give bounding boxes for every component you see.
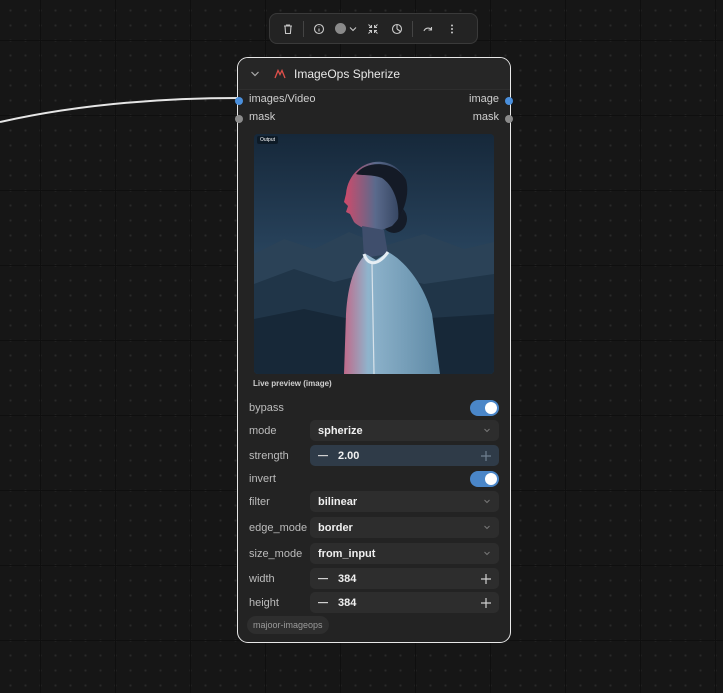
size-mode-value: from_input <box>318 547 376 560</box>
edge-mode-value: border <box>318 521 353 534</box>
width-label: width <box>249 572 275 585</box>
output-slot-image-label: image <box>469 93 499 105</box>
delete-icon[interactable] <box>276 17 300 41</box>
info-icon[interactable] <box>307 17 331 41</box>
chevron-down-icon <box>484 499 490 504</box>
strength-value: 2.00 <box>338 449 360 462</box>
invert-toggle[interactable] <box>470 470 499 487</box>
chevron-down-icon <box>484 551 490 556</box>
widget-bypass: bypass <box>249 397 499 418</box>
chevron-down-icon <box>484 428 490 433</box>
output-slot-image-dot[interactable] <box>505 97 513 105</box>
node-header[interactable]: ImageOps Spherize <box>238 58 510 90</box>
chevron-down-icon <box>349 26 357 31</box>
widget-mode: mode spherize <box>249 420 499 441</box>
strength-label: strength <box>249 449 289 462</box>
bypass-toggle[interactable] <box>470 399 499 416</box>
width-stepper[interactable]: 384 <box>310 568 499 589</box>
more-icon[interactable] <box>440 17 464 41</box>
decrement-button[interactable] <box>312 568 334 589</box>
imageops-spherize-node[interactable]: ImageOps Spherize images/Video image mas… <box>235 57 513 643</box>
widget-width: width 384 <box>249 568 499 589</box>
fit-icon[interactable] <box>361 17 385 41</box>
collapse-chevron-icon[interactable] <box>250 69 260 79</box>
increment-button[interactable] <box>475 568 497 589</box>
live-preview-image: Output <box>254 134 494 374</box>
widget-filter: filter bilinear <box>249 491 499 512</box>
chevron-down-icon <box>484 525 490 530</box>
size-mode-label: size_mode <box>249 547 303 560</box>
node-title: ImageOps Spherize <box>294 66 401 81</box>
filter-select[interactable]: bilinear <box>310 491 499 512</box>
widget-height: height 384 <box>249 592 499 613</box>
slot-row-images: images/Video image <box>235 93 513 109</box>
increment-button[interactable] <box>475 445 497 466</box>
height-value: 384 <box>338 596 357 609</box>
input-slot-images-dot[interactable] <box>235 97 243 105</box>
mode-label: mode <box>249 424 277 437</box>
widget-size-mode: size_mode from_input <box>249 543 499 564</box>
increment-button[interactable] <box>475 592 497 613</box>
width-value: 384 <box>338 572 357 585</box>
toolbar-divider <box>412 20 413 37</box>
filter-value: bilinear <box>318 495 358 508</box>
decrement-button[interactable] <box>312 445 334 466</box>
toggle-knob <box>485 401 497 414</box>
mode-select[interactable]: spherize <box>310 420 499 441</box>
decrement-button[interactable] <box>312 592 334 613</box>
color-picker[interactable] <box>331 23 361 34</box>
output-badge: Output <box>257 136 279 144</box>
imageops-logo-icon <box>274 68 286 78</box>
input-slot-mask-dot[interactable] <box>235 115 243 123</box>
widget-strength: strength 2.00 <box>249 445 499 466</box>
edge-mode-select[interactable]: border <box>310 517 499 538</box>
output-slot-mask-dot[interactable] <box>505 115 513 123</box>
height-stepper[interactable]: 384 <box>310 592 499 613</box>
mode-value: spherize <box>318 424 363 437</box>
bypass-label: bypass <box>249 401 284 414</box>
pie-icon[interactable] <box>385 17 409 41</box>
redo-icon[interactable] <box>416 17 440 41</box>
edge-mode-label: edge_mode <box>249 521 308 534</box>
toggle-knob <box>485 472 497 485</box>
color-swatch <box>335 23 346 34</box>
node-source-tag: majoor-imageops <box>247 616 329 634</box>
widget-invert: invert <box>249 468 499 489</box>
strength-stepper[interactable]: 2.00 <box>310 445 499 466</box>
input-slot-images-label: images/Video <box>249 93 316 105</box>
filter-label: filter <box>249 495 270 508</box>
size-mode-select[interactable]: from_input <box>310 543 499 564</box>
preview-caption: Live preview (image) <box>253 379 332 388</box>
toolbar-divider <box>303 20 304 37</box>
slot-row-mask: mask mask <box>235 111 513 127</box>
height-label: height <box>249 596 279 609</box>
output-slot-mask-label: mask <box>472 111 499 123</box>
node-toolbar <box>269 13 478 44</box>
invert-label: invert <box>249 472 276 485</box>
widget-edge-mode: edge_mode border <box>249 517 499 538</box>
input-slot-mask-label: mask <box>249 111 276 123</box>
